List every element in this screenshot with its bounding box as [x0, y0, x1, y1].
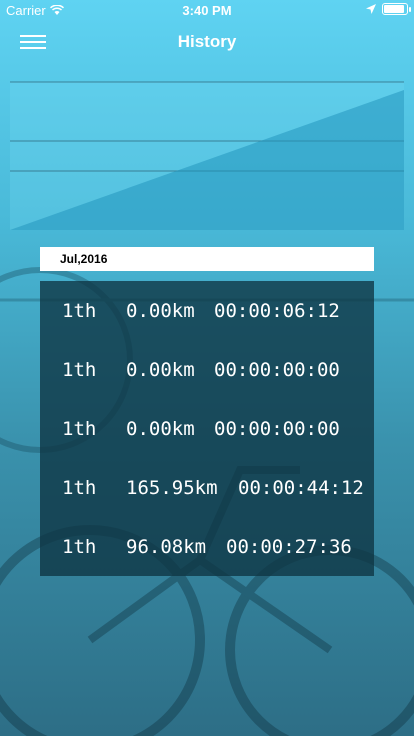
row-duration: 00:00:44:12: [238, 476, 364, 499]
battery-fill: [384, 5, 404, 13]
battery-icon: [382, 3, 411, 15]
row-distance: 165.95km: [126, 476, 218, 499]
status-right: [366, 3, 411, 15]
history-row[interactable]: 1th 96.08km 00:00:27:36: [40, 517, 374, 576]
status-time: 3:40 PM: [182, 3, 232, 18]
history-row[interactable]: 1th 0.00km 00:00:00:00: [40, 399, 374, 458]
location-arrow-icon: [366, 4, 376, 14]
row-day: 1th: [62, 358, 97, 381]
status-bar: Carrier 3:40 PM: [0, 0, 414, 20]
month-header: Jul,2016: [40, 247, 374, 271]
row-duration: 00:00:00:00: [214, 417, 340, 440]
row-distance: 0.00km: [126, 299, 195, 322]
month-label: Jul,2016: [60, 252, 108, 266]
row-distance: 96.08km: [126, 535, 207, 558]
row-duration: 00:00:27:36: [226, 535, 352, 558]
navigation-bar: History: [0, 20, 414, 64]
row-day: 1th: [62, 417, 97, 440]
row-day: 1th: [62, 535, 97, 558]
row-duration: 00:00:06:12: [214, 299, 340, 322]
history-chart: [10, 81, 404, 230]
history-list: 1th 0.00km 00:00:06:12 1th 0.00km 00:00:00:00…: [40, 281, 374, 576]
history-row[interactable]: 1th 0.00km 00:00:00:00: [40, 340, 374, 399]
history-row[interactable]: 1th 165.95km 00:00:44:12: [40, 458, 374, 517]
page-title: History: [177, 32, 237, 51]
row-distance: 0.00km: [126, 358, 195, 381]
row-distance: 0.00km: [126, 417, 195, 440]
row-duration: 00:00:00:00: [214, 358, 340, 381]
row-day: 1th: [62, 476, 97, 499]
history-row[interactable]: 1th 0.00km 00:00:06:12: [40, 281, 374, 340]
row-day: 1th: [62, 299, 97, 322]
